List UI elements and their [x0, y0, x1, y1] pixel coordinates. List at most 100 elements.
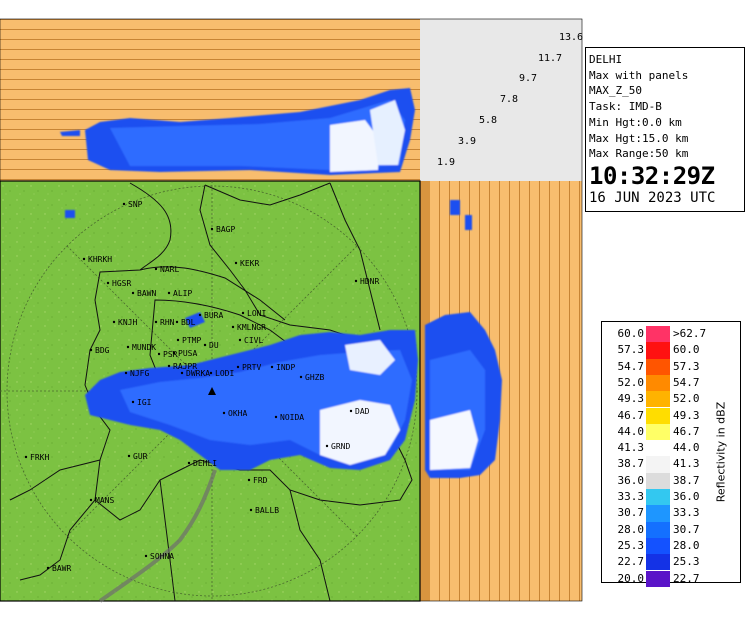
station-dot — [106, 281, 110, 285]
legend-low-value: 22.7 — [617, 555, 645, 569]
legend-swatch — [646, 554, 670, 571]
legend-high-value: 49.3 — [673, 408, 700, 422]
station-label: KNJH — [118, 318, 137, 327]
info-line: DELHI — [589, 53, 623, 66]
legend-low-value: 28.0 — [617, 522, 645, 536]
station-dot — [325, 444, 329, 448]
station-dot — [180, 371, 184, 375]
legend-high-value: 28.0 — [673, 538, 700, 552]
station-label: SOHNA — [150, 552, 174, 561]
legend-high-value: 41.3 — [673, 457, 700, 471]
height-label: 9.7 — [519, 73, 538, 84]
info-line: Task: IMD-B — [589, 100, 662, 114]
station-dwrka: DWRKA — [180, 369, 210, 378]
station-label: LONI — [247, 309, 266, 318]
station-dot — [172, 351, 176, 355]
station-label: PSR — [163, 350, 178, 359]
info-box: DELHI Max with panels MAX_Z_50 Task: IMD-B M… — [585, 47, 745, 212]
station-label: IGI — [137, 398, 152, 407]
legend-swatch — [646, 326, 670, 343]
legend-high-value: 36.0 — [673, 490, 700, 503]
legend-swatch — [646, 521, 670, 538]
legend-high-value: 52.0 — [673, 392, 700, 406]
station-dot — [167, 364, 171, 368]
station-label: HGSR — [112, 279, 131, 288]
station-noida: NOIDA — [274, 413, 304, 422]
station-label: BALLB — [255, 506, 279, 515]
station-label: PRTV — [242, 363, 261, 372]
legend-swatch — [646, 391, 670, 408]
legend-high-value: 33.3 — [673, 506, 700, 520]
station-dot — [154, 267, 158, 271]
legend-low-value: 60.0 — [617, 327, 645, 340]
station-dot — [176, 338, 180, 342]
legend-low-value: 41.3 — [617, 441, 645, 455]
station-label: BURA — [204, 311, 223, 320]
station-dot — [209, 371, 213, 375]
station-label: BAWR — [52, 564, 71, 573]
legend-high-value: 38.7 — [673, 473, 700, 487]
station-label: MANS — [95, 496, 114, 505]
station-label: DU — [209, 341, 219, 350]
station-label: MUNDK — [132, 343, 156, 352]
info-line: Max Hgt:15.0 km — [589, 131, 689, 145]
station-dot — [127, 454, 131, 458]
legend-title: Reflectivity in dBZ — [714, 401, 728, 503]
legend-swatch — [646, 423, 670, 441]
station-dot — [349, 409, 353, 413]
legend-low-value: 57.3 — [617, 343, 645, 357]
station-dot — [126, 345, 130, 349]
station-dot — [157, 352, 161, 356]
station-ballb: BALLB — [249, 506, 279, 515]
legend-high-value: 57.3 — [673, 359, 700, 373]
legend-swatch — [646, 505, 670, 522]
station-label: DEHLI — [193, 459, 217, 468]
station-kmlngr: KMLNGR — [231, 323, 266, 332]
station-dot — [354, 279, 358, 283]
scan-date: 16 JUN 2023 UTC — [589, 189, 716, 206]
station-sohna: SOHNA — [144, 552, 174, 561]
height-label: 11.7 — [538, 53, 563, 64]
station-label: LODI — [215, 369, 234, 378]
station-label: BDG — [95, 346, 110, 355]
station-dot — [89, 348, 93, 352]
legend-swatch — [646, 440, 670, 457]
legend-swatch — [646, 570, 670, 587]
station-dot — [249, 508, 253, 512]
legend-low-value: 20.0 — [617, 571, 645, 585]
station-label: ALIP — [173, 289, 192, 298]
legend-high-value: >62.7 — [673, 327, 707, 340]
station-label: SNP — [128, 200, 143, 209]
station-dot — [24, 455, 28, 459]
info-line: Max Range:50 km — [589, 147, 689, 161]
station-label: NARL — [160, 265, 179, 274]
height-label: 5.8 — [479, 115, 498, 126]
station-dot — [144, 554, 148, 558]
legend-swatch — [646, 407, 670, 424]
station-dot — [198, 313, 202, 317]
height-label: 1.9 — [437, 157, 456, 168]
legend-swatch — [646, 472, 670, 489]
station-khrkh: KHRKH — [82, 255, 112, 264]
reflectivity-legend: 60.0 >62.7 57.3 60.0 54.7 57.3 52.0 54.7 49.3 52.… — [601, 321, 741, 587]
station-label: PTMP — [182, 336, 201, 345]
legend-swatch — [646, 358, 670, 375]
station-label: NJFG — [130, 369, 149, 378]
station-dot — [222, 411, 226, 415]
legend-low-value: 33.3 — [617, 490, 645, 503]
legend-high-value: 25.3 — [673, 555, 700, 569]
scan-time: 10:32:29Z — [589, 161, 715, 190]
station-label: KHRKH — [88, 255, 112, 264]
station-label: FRKH — [30, 453, 49, 462]
station-label: GHZB — [305, 373, 324, 382]
station-dot — [210, 227, 214, 231]
station-label: HDNR — [360, 277, 379, 286]
station-label: CIVL — [244, 336, 263, 345]
station-dot — [46, 566, 50, 570]
station-label: GUR — [133, 452, 148, 461]
station-dot — [299, 375, 303, 379]
station-label: PUSA — [178, 349, 197, 358]
station-dot — [187, 461, 191, 465]
station-dot — [124, 371, 128, 375]
station-label: DAD — [355, 407, 370, 416]
